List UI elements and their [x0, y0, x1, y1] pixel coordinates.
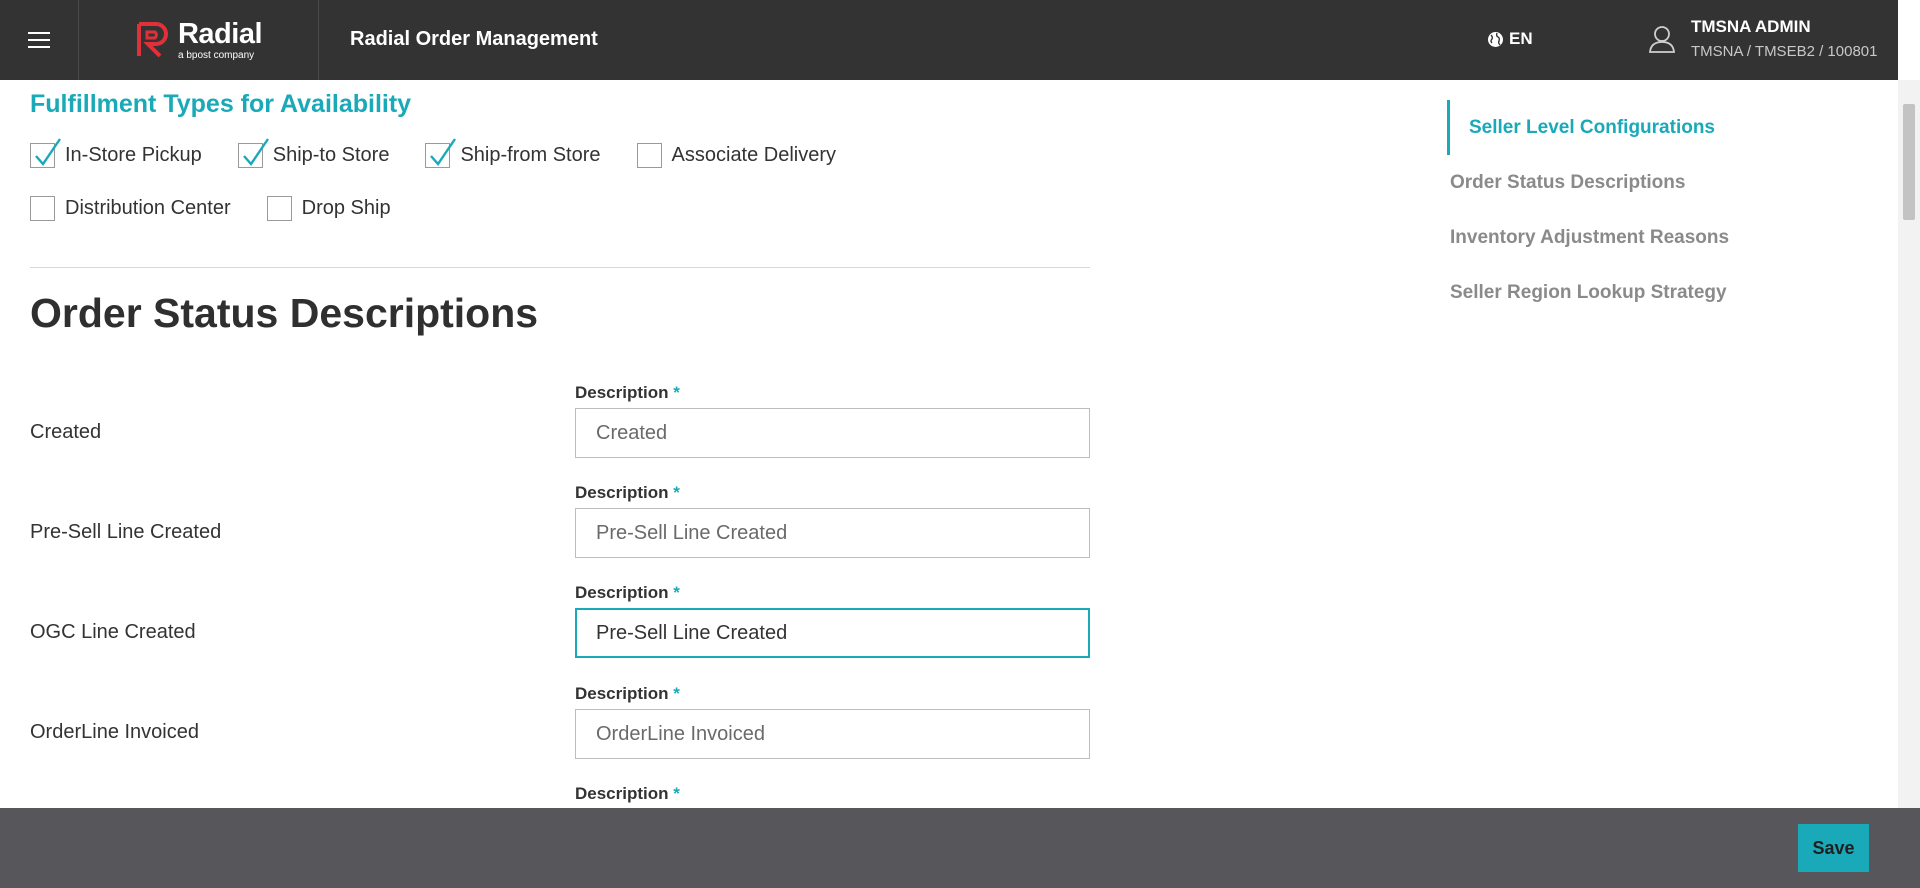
checkbox-box[interactable] — [30, 138, 61, 168]
required-marker: * — [673, 684, 680, 703]
description-label: Description * — [575, 784, 680, 804]
side-nav-seller-region-lookup-strategy[interactable]: Seller Region Lookup Strategy — [1450, 282, 1727, 304]
user-icon[interactable] — [1648, 24, 1676, 54]
checkmark-icon — [35, 138, 61, 166]
checkmark-icon — [242, 138, 269, 166]
side-nav-active-indicator — [1447, 100, 1450, 155]
checkbox-box[interactable] — [237, 138, 269, 168]
user-name[interactable]: TMSNA ADMIN — [1691, 17, 1811, 37]
page-scrollbar[interactable] — [1898, 80, 1920, 808]
required-marker: * — [673, 583, 680, 602]
side-nav-order-status-descriptions[interactable]: Order Status Descriptions — [1450, 172, 1685, 194]
app-title: Radial Order Management — [350, 28, 598, 50]
fulfillment-options-row-1: In-Store Pickup Ship-to Store Ship-from … — [30, 138, 872, 168]
description-label: Description * — [575, 483, 680, 503]
status-name-orderline-invoiced: OrderLine Invoiced — [30, 721, 199, 743]
checkbox-box[interactable] — [636, 143, 662, 168]
language-selector[interactable]: EN — [1487, 29, 1533, 49]
checkbox-label: Distribution Center — [65, 197, 231, 219]
description-input-ogc-line-created[interactable] — [575, 608, 1090, 658]
checkbox-box[interactable] — [30, 196, 55, 221]
description-label-text: Description — [575, 383, 669, 402]
radial-logo-icon — [136, 22, 168, 58]
checkbox-ship-to-store[interactable]: Ship-to Store — [237, 138, 390, 168]
checkbox-label: In-Store Pickup — [65, 144, 202, 166]
checkbox-in-store-pickup[interactable]: In-Store Pickup — [30, 138, 202, 168]
status-name-created: Created — [30, 421, 102, 443]
checkbox-label: Drop Ship — [301, 197, 391, 219]
radial-logo[interactable]: Radial a bpost company — [80, 0, 319, 80]
checkbox-distribution-center[interactable]: Distribution Center — [30, 196, 231, 221]
description-input-pre-sell-line-created[interactable] — [575, 508, 1090, 558]
description-label-text: Description — [575, 583, 669, 602]
checkbox-ship-from-store[interactable]: Ship-from Store — [425, 138, 601, 168]
footer-bar: Save — [0, 808, 1920, 888]
menu-button[interactable] — [0, 0, 79, 80]
scrollbar-thumb[interactable] — [1903, 104, 1915, 220]
checkbox-drop-ship[interactable]: Drop Ship — [266, 196, 391, 221]
checkbox-label: Ship-from Store — [460, 144, 601, 166]
description-label: Description * — [575, 583, 680, 603]
fulfillment-options-row-2: Distribution Center Drop Ship — [30, 196, 427, 221]
logo-name: Radial — [177, 17, 263, 50]
checkbox-label: Associate Delivery — [671, 144, 837, 166]
top-header: Radial a bpost company Radial Order Mana… — [0, 0, 1898, 80]
required-marker: * — [673, 483, 680, 502]
checkbox-box[interactable] — [266, 196, 292, 221]
globe-icon — [1488, 31, 1503, 47]
description-label-text: Description — [575, 684, 669, 703]
section-divider — [30, 267, 1090, 268]
description-label: Description * — [575, 383, 680, 403]
logo-tagline: a bpost company — [177, 49, 255, 61]
status-name-pre-sell-line-created: Pre-Sell Line Created — [30, 521, 222, 543]
description-label-text: Description — [575, 483, 669, 502]
checkmark-icon — [430, 138, 457, 166]
description-input-orderline-invoiced[interactable] — [575, 709, 1090, 759]
user-organization: TMSNA / TMSEB2 / 100801 — [1691, 43, 1878, 60]
required-marker: * — [673, 784, 680, 803]
description-label: Description * — [575, 684, 680, 704]
order-status-title: Order Status Descriptions — [30, 290, 539, 336]
save-button[interactable]: Save — [1798, 824, 1869, 872]
description-input-created[interactable] — [575, 408, 1090, 458]
side-nav-seller-level-configurations[interactable]: Seller Level Configurations — [1469, 117, 1715, 139]
checkbox-box[interactable] — [425, 138, 457, 168]
required-marker: * — [673, 383, 680, 402]
checkbox-label: Ship-to Store — [272, 144, 390, 166]
language-code: EN — [1509, 29, 1533, 48]
checkbox-associate-delivery[interactable]: Associate Delivery — [636, 143, 837, 168]
hamburger-icon — [28, 27, 50, 53]
description-label-text: Description — [575, 784, 669, 803]
status-name-ogc-line-created: OGC Line Created — [30, 621, 196, 643]
side-nav-inventory-adjustment-reasons[interactable]: Inventory Adjustment Reasons — [1450, 227, 1729, 249]
fulfillment-types-heading: Fulfillment Types for Availability — [30, 90, 412, 118]
